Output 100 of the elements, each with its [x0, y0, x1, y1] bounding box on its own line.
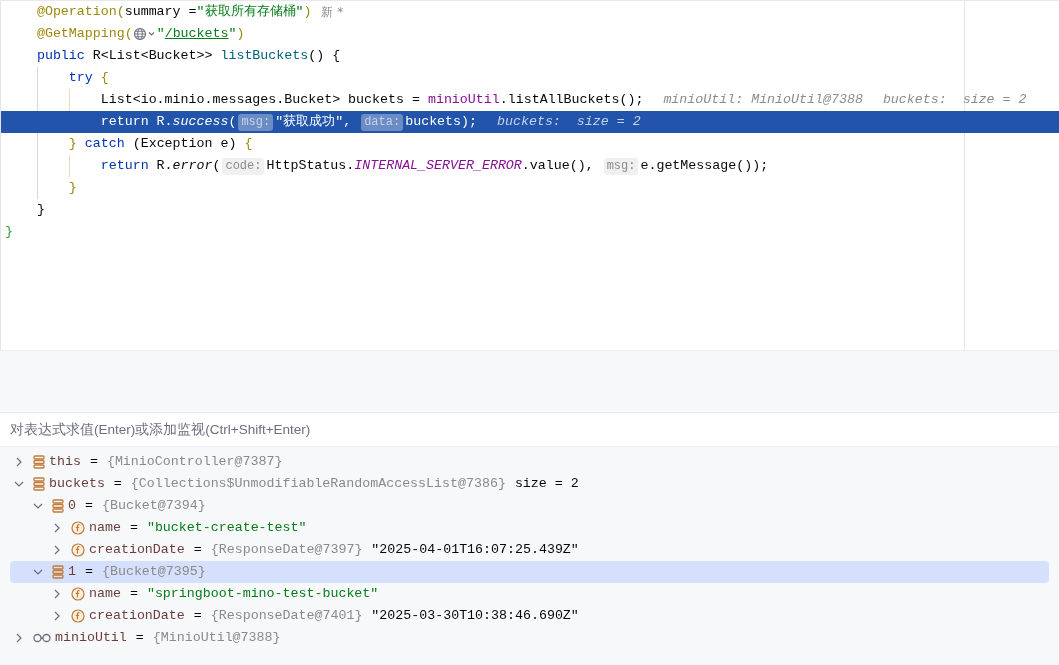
equals-sign: =	[129, 585, 138, 604]
variable-type: {ResponseDate@7401}	[210, 607, 363, 626]
variable-name: this	[49, 453, 81, 472]
variable-value: "bucket-create-test"	[146, 519, 307, 538]
code-text: )	[303, 3, 312, 22]
chevron-right-icon[interactable]	[14, 633, 24, 643]
code-text: success	[172, 113, 229, 132]
code-text: (Exception e)	[132, 135, 238, 154]
code-text: @GetMapping(	[35, 25, 133, 44]
chevron-down-icon[interactable]	[14, 479, 24, 489]
chevron-down-icon[interactable]	[33, 501, 43, 511]
code-text: R.	[156, 113, 173, 132]
code-text: "获取成功"	[275, 113, 344, 132]
code-text: .listAllBuckets();	[499, 91, 644, 110]
variable-row[interactable]: buckets = {Collections$UnmodifiableRandomAccessList@7386} size = 2	[10, 473, 1049, 495]
field-icon	[71, 609, 85, 623]
code-text: catch	[84, 135, 126, 154]
equals-sign: =	[193, 607, 202, 626]
glasses-icon	[33, 633, 51, 643]
code-text: minioUtil	[427, 91, 500, 110]
stack-icon	[33, 455, 45, 469]
parameter-hint: data:	[361, 113, 404, 131]
code-text: "	[228, 25, 237, 44]
variable-value: "springboot-mino-test-bucket"	[146, 585, 379, 604]
equals-sign: =	[135, 629, 144, 648]
code-text: error	[172, 157, 213, 176]
code-text: return	[99, 157, 150, 176]
code-text: () {	[308, 47, 341, 66]
variable-row[interactable]: minioUtil = {MinioUtil@7388}	[10, 627, 1049, 649]
equals-sign: =	[129, 519, 138, 538]
code-text: /buckets	[164, 25, 229, 44]
variable-type: {ResponseDate@7397}	[210, 541, 363, 560]
variable-row[interactable]: name = "springboot-mino-test-bucket"	[10, 583, 1049, 605]
variable-type: {Collections$UnmodifiableRandomAccessList@7386}	[130, 475, 506, 494]
chevron-right-icon[interactable]	[52, 523, 62, 533]
equals-sign: =	[113, 475, 122, 494]
variable-name: 0	[68, 497, 76, 516]
variable-name: name	[89, 519, 121, 538]
variable-name: name	[89, 585, 121, 604]
code-text: R<List<Bucket>>	[92, 47, 214, 66]
chevron-right-icon[interactable]	[52, 611, 62, 621]
variable-row[interactable]: 1 = {Bucket@7395}	[10, 561, 1049, 583]
equals-sign: =	[85, 497, 93, 516]
chevron-right-icon[interactable]	[14, 457, 24, 467]
variable-type: {MinioUtil@7388}	[152, 629, 281, 648]
variable-name: creationDate	[89, 607, 185, 626]
debug-value: buckets: size = 2	[882, 91, 1027, 110]
code-text: listBuckets	[220, 47, 309, 66]
author-note: 新 *	[321, 4, 344, 21]
field-icon	[71, 587, 85, 601]
code-text: HttpStatus.	[266, 157, 355, 176]
variable-type: {MinioController@7387}	[106, 453, 283, 472]
code-text: e.getMessage());	[640, 157, 769, 176]
code-text: INTERNAL_SERVER_ERROR	[354, 157, 522, 176]
code-text: }	[67, 135, 78, 154]
field-icon	[71, 543, 85, 557]
stack-icon	[33, 477, 45, 491]
code-text: (	[228, 113, 237, 132]
variable-value: "2025-03-30T10:38:46.690Z"	[371, 607, 579, 626]
debug-value: minioUtil: MinioUtil@7388	[663, 91, 863, 110]
code-text: }	[35, 201, 45, 220]
code-text: @Operation(	[35, 3, 125, 22]
equals-sign: =	[85, 563, 93, 582]
code-text: (	[212, 157, 221, 176]
code-text: return	[99, 113, 150, 132]
chevron-down-icon[interactable]	[33, 567, 43, 577]
variable-row[interactable]: creationDate = {ResponseDate@7401} "2025-03-30T10:38:46.690Z"	[10, 605, 1049, 627]
code-text: {	[100, 69, 109, 88]
parameter-hint: msg:	[603, 157, 639, 175]
code-text: try	[67, 69, 94, 88]
variable-type: {Bucket@7395}	[101, 563, 206, 582]
code-text: summary =	[124, 3, 197, 22]
chevron-right-icon[interactable]	[52, 589, 62, 599]
variable-row[interactable]: creationDate = {ResponseDate@7397} "2025-04-01T16:07:25.439Z"	[10, 539, 1049, 561]
equals-sign: =	[193, 541, 202, 560]
code-text: R.	[156, 157, 173, 176]
code-text: .value(),	[521, 157, 595, 176]
stack-icon	[52, 565, 64, 579]
stack-icon	[52, 499, 64, 513]
variable-value: "2025-04-01T16:07:25.439Z"	[371, 541, 579, 560]
parameter-hint: msg:	[238, 113, 274, 131]
variable-row[interactable]: name = "bucket-create-test"	[10, 517, 1049, 539]
variable-row[interactable]: this = {MinioController@7387}	[10, 451, 1049, 473]
code-text: "	[156, 25, 165, 44]
code-text: buckets);	[405, 113, 477, 132]
variable-name: buckets	[49, 475, 105, 494]
chevron-right-icon[interactable]	[52, 545, 62, 555]
code-text: {	[244, 135, 253, 154]
globe-icon[interactable]	[132, 27, 157, 41]
debug-value: buckets: size = 2	[497, 113, 641, 132]
variable-row[interactable]: 0 = {Bucket@7394}	[10, 495, 1049, 517]
parameter-hint: code:	[222, 157, 265, 175]
code-text: }	[67, 179, 77, 198]
code-text: List<io.minio.messages.Bucket> buckets =	[99, 91, 421, 110]
variable-name: minioUtil	[55, 629, 127, 648]
code-text: ,	[343, 113, 353, 132]
variable-name: 1	[68, 563, 76, 582]
equals-sign: =	[89, 453, 98, 472]
field-icon	[71, 521, 85, 535]
code-text: )	[236, 25, 245, 44]
